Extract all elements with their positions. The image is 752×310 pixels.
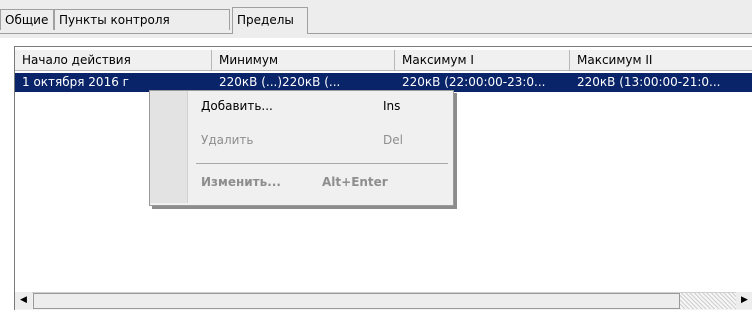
tab-general[interactable]: Общие (0, 9, 54, 30)
tab-control-points[interactable]: Пункты контроля (54, 9, 230, 30)
menu-item-delete-shortcut: Del (383, 133, 403, 147)
tab-strip-border (0, 33, 752, 34)
tab-general-label: Общие (5, 13, 49, 27)
menu-item-edit[interactable]: Изменить... (201, 175, 281, 189)
menu-item-edit-shortcut: Alt+Enter (322, 175, 388, 189)
context-menu-gutter (150, 91, 187, 203)
tab-limits[interactable]: Пределы (232, 7, 308, 34)
arrow-left-icon: ◀ (20, 295, 27, 305)
scrollbar-thumb[interactable] (33, 293, 680, 309)
scroll-right-button[interactable]: ▶ (736, 292, 752, 309)
context-menu (149, 90, 454, 206)
column-header-start-date[interactable]: Начало действия (15, 50, 212, 71)
menu-item-add-label: Добавить... (201, 99, 273, 113)
tab-control-points-label: Пункты контроля (59, 13, 170, 27)
arrow-right-icon: ▶ (741, 295, 748, 305)
menu-item-add[interactable]: Добавить... (201, 99, 273, 113)
menu-separator (196, 163, 448, 164)
column-header-maximum-1[interactable]: Максимум I (395, 50, 570, 71)
tab-limits-label: Пределы (237, 13, 294, 27)
scroll-left-button[interactable]: ◀ (15, 292, 32, 309)
scrollbar-track[interactable] (680, 293, 736, 309)
column-header-minimum[interactable]: Минимум (212, 50, 395, 71)
context-menu-gutter-divider (187, 91, 188, 203)
table-cell-maximum-2: 220кВ (13:00:00-21:0... (577, 75, 721, 89)
menu-item-delete-label: Удалить (201, 133, 254, 147)
menu-item-edit-label: Изменить... (201, 175, 281, 189)
column-header-maximum-2[interactable]: Максимум II (570, 50, 752, 71)
menu-item-delete[interactable]: Удалить (201, 133, 254, 147)
menu-item-add-shortcut: Ins (383, 99, 401, 113)
